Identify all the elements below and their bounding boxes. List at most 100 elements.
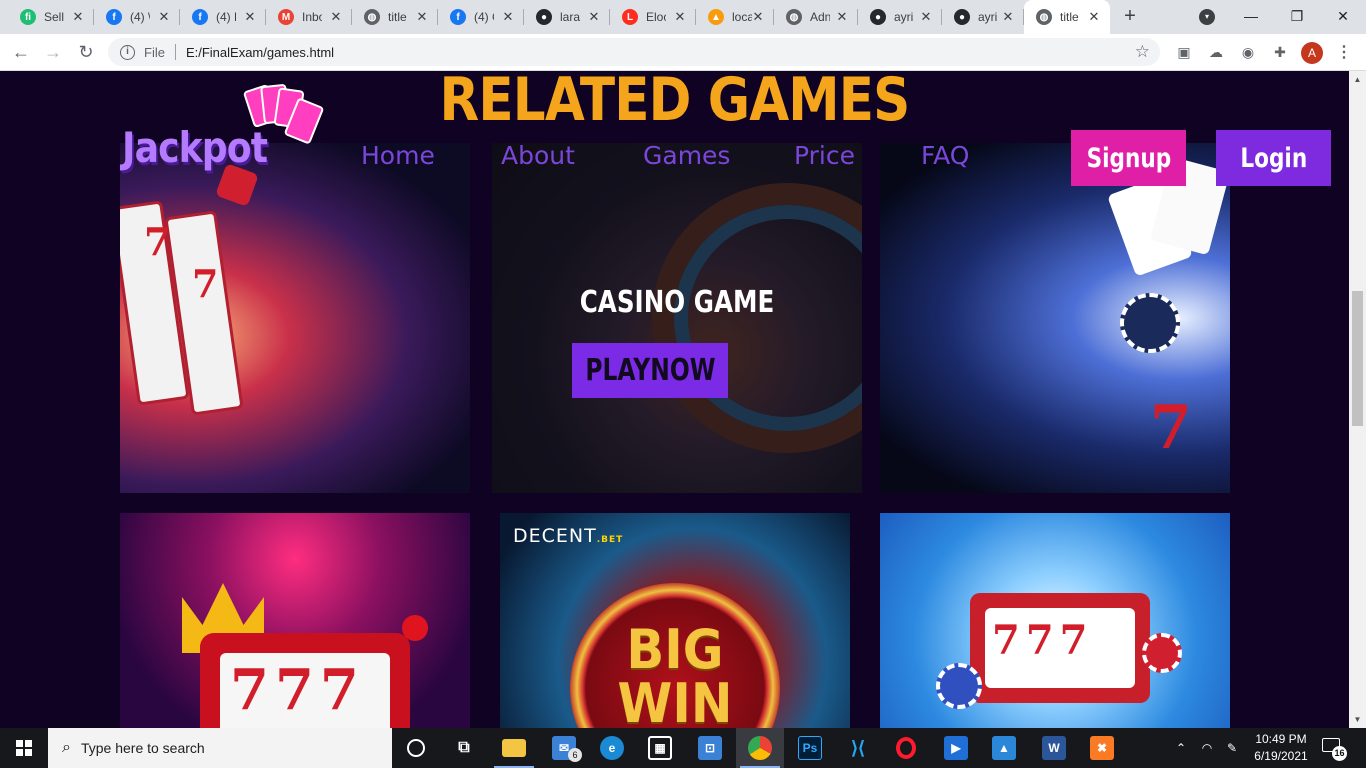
notification-badge: 16 [1332,746,1347,761]
pen-icon[interactable]: ✎ [1222,728,1242,768]
profile-avatar[interactable]: A [1301,42,1323,64]
game-card-777[interactable]: 777 [120,513,470,728]
close-tab-icon[interactable]: ✕ [70,9,86,25]
app-icon[interactable]: ⊡ [686,728,734,768]
browser-tab[interactable]: M Inbo ✕ [266,0,352,34]
browser-tab-label: (4) F [216,10,236,24]
restore-button[interactable]: ❐ [1274,0,1320,34]
browser-toolbar: ← → ↻ i File E:/FinalExam/games.html ☆ ▣… [0,34,1366,71]
close-window-button[interactable]: ✕ [1320,0,1366,34]
chrome-icon[interactable] [736,728,784,768]
wifi-icon[interactable]: ◠ [1197,728,1217,768]
close-tab-icon[interactable]: ✕ [414,9,430,25]
browser-tab[interactable]: ● lara ✕ [524,0,610,34]
cortana-icon[interactable] [392,728,440,768]
nav-link-price[interactable]: Price [794,141,855,170]
address-url[interactable]: E:/FinalExam/games.html [186,45,334,60]
info-icon[interactable]: i [120,44,135,60]
game-card-poker[interactable]: 7 [880,143,1230,493]
start-button[interactable] [0,728,48,768]
store-icon[interactable]: ▦ [636,728,684,768]
task-view-icon[interactable]: ⧉ [440,728,488,768]
cloud-extension-icon[interactable]: ☁ [1207,43,1225,61]
github-icon: ● [954,9,970,25]
site-logo[interactable]: Jackpot [122,123,268,172]
globe-icon: ◍ [364,9,380,25]
browser-tab[interactable]: L Eloc ✕ [610,0,696,34]
browser-tab[interactable]: ◍ Adn ✕ [774,0,858,34]
browser-tab[interactable]: ◍ title ✕ [352,0,438,34]
phpmyadmin-icon: ▲ [708,9,724,25]
bookmark-star-icon[interactable]: ☆ [1135,42,1150,62]
close-tab-icon[interactable]: ✕ [1000,9,1016,25]
browser-tab[interactable]: f (4) \ ✕ [94,0,180,34]
pdf-extension-icon[interactable]: ▣ [1175,43,1193,61]
system-clock[interactable]: 10:49 PM 6/19/2021 [1244,731,1318,765]
nav-link-faq[interactable]: FAQ [921,141,969,170]
close-tab-icon[interactable]: ✕ [328,9,344,25]
show-hidden-icons-chevron-icon[interactable]: ⌃ [1172,728,1190,768]
game-card-casino[interactable]: CASINO GAME PLAYNOW [492,143,862,493]
browser-tab[interactable]: ▲ loca ✕ [696,0,774,34]
browser-tab[interactable]: f (4) C ✕ [438,0,524,34]
browser-tab[interactable]: ● ayri ✕ [858,0,942,34]
taskbar-search-box[interactable]: ⌕ Type here to search [48,728,392,768]
close-tab-icon[interactable]: ✕ [156,9,172,25]
file-explorer-icon[interactable] [490,728,538,768]
photos-icon[interactable]: ▲ [980,728,1028,768]
opera-icon[interactable] [882,728,930,768]
minimize-button[interactable]: — [1228,0,1274,34]
vscode-icon[interactable]: ⟩⟨ [834,728,882,768]
scroll-up-arrow-icon[interactable]: ▲ [1349,71,1366,88]
xampp-icon[interactable]: ✖ [1078,728,1126,768]
nav-link-home[interactable]: Home [361,141,435,170]
reload-icon[interactable]: ↻ [73,40,99,66]
browser-tab[interactable]: ◍ title ✕ [1024,0,1110,34]
address-bar[interactable]: i File E:/FinalExam/games.html ☆ [108,38,1160,66]
tab-search-icon[interactable]: ▾ [1199,9,1215,25]
lucky-seven-icon: 7 [192,261,219,306]
browser-tab[interactable]: fi Sell ✕ [8,0,94,34]
scroll-down-arrow-icon[interactable]: ▼ [1349,711,1366,728]
game-card-casino-collage[interactable]: 777 [880,513,1230,728]
close-tab-icon[interactable]: ✕ [672,9,688,25]
close-tab-icon[interactable]: ✕ [242,9,258,25]
close-tab-icon[interactable]: ✕ [750,9,766,25]
close-tab-icon[interactable]: ✕ [586,9,602,25]
signup-button[interactable]: Signup [1071,130,1186,186]
game-card-big-win[interactable]: DECENT.BET BIG WIN [500,513,850,728]
facebook-icon: f [450,9,466,25]
notifications-icon[interactable]: 16 [1322,738,1347,761]
new-tab-button[interactable]: + [1118,5,1142,29]
close-tab-icon[interactable]: ✕ [500,9,516,25]
camera-extension-icon[interactable]: ◉ [1239,43,1257,61]
browser-tab-label: (4) C [474,10,494,24]
nav-link-about[interactable]: About [501,141,575,170]
close-tab-icon[interactable]: ✕ [918,9,934,25]
game-card-slots[interactable]: 7 7 [120,143,470,493]
mail-icon[interactable]: ✉ 6 [540,728,588,768]
word-icon[interactable]: W [1030,728,1078,768]
browser-menu-icon[interactable]: ⋮ [1336,42,1352,64]
scrollbar-thumb[interactable] [1352,291,1363,426]
poker-chip-icon [1120,293,1180,353]
page-scrollbar[interactable]: ▲ ▼ [1349,71,1366,728]
nav-link-games[interactable]: Games [643,141,730,170]
close-tab-icon[interactable]: ✕ [1086,9,1102,25]
edge-browser-icon[interactable]: e [588,728,636,768]
browser-tab[interactable]: f (4) F ✕ [180,0,266,34]
browser-tab[interactable]: ● ayri ✕ [942,0,1024,34]
photoshop-icon[interactable]: Ps [786,728,834,768]
gmail-icon: M [278,9,294,25]
forward-arrow-icon[interactable]: → [40,40,66,66]
play-now-button[interactable]: PLAYNOW [572,343,728,398]
browser-tab-strip: fi Sell ✕ f (4) \ ✕ f (4) F ✕ M Inbo ✕ ◍ title ✕ f (4) C… [0,0,1366,34]
extensions-puzzle-icon[interactable]: ✚ [1271,43,1289,61]
windows-logo-icon [16,740,32,756]
video-player-icon[interactable]: ▶ [932,728,980,768]
back-arrow-icon[interactable]: ← [8,40,34,66]
close-tab-icon[interactable]: ✕ [834,9,850,25]
big-win-badge: BIG WIN [570,583,780,728]
address-scheme-label: File [144,44,165,60]
login-button[interactable]: Login [1216,130,1331,186]
